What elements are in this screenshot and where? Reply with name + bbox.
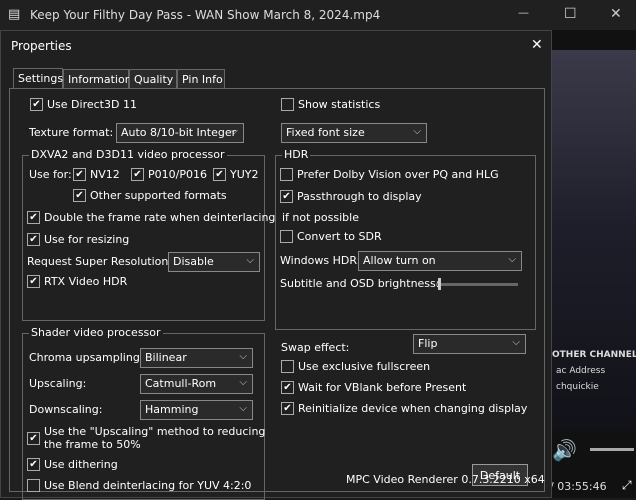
super-resolution-label: Request Super Resolution: bbox=[27, 255, 173, 268]
prefer-dolby-checkbox[interactable]: Prefer Dolby Vision over PQ and HLG bbox=[280, 168, 499, 181]
use-d3d11-checkbox[interactable]: Use Direct3D 11 bbox=[30, 98, 137, 111]
swap-effect-dropdown[interactable]: Flip ⌵ bbox=[413, 334, 526, 354]
dxva-group-title: DXVA2 and D3D11 video processor bbox=[29, 148, 227, 161]
chevron-down-icon: ⌵ bbox=[246, 255, 254, 266]
checkbox-icon bbox=[281, 98, 294, 111]
dithering-checkbox[interactable]: Use dithering bbox=[27, 458, 118, 471]
checkbox-icon bbox=[280, 190, 293, 203]
p010-checkbox[interactable]: P010/P016 bbox=[131, 168, 207, 181]
font-size-dropdown[interactable]: Fixed font size ⌵ bbox=[281, 123, 427, 143]
windows-hdr-dropdown[interactable]: Allow turn on ⌵ bbox=[358, 251, 522, 271]
checkbox-icon bbox=[30, 98, 43, 111]
player-titlebar: ▤ Keep Your Filthy Day Pass - WAN Show M… bbox=[0, 0, 636, 30]
minimize-button[interactable]: — bbox=[518, 6, 529, 19]
checkbox-icon bbox=[281, 381, 294, 394]
use-for-label: Use for: bbox=[29, 168, 72, 181]
video-text: ac Address bbox=[556, 366, 606, 376]
convert-sdr-checkbox[interactable]: Convert to SDR bbox=[280, 230, 382, 243]
hdr-group-title: HDR bbox=[282, 148, 311, 161]
upscaling-label: Upscaling: bbox=[29, 377, 87, 390]
chevron-down-icon: ⌵ bbox=[413, 126, 421, 137]
checkbox-icon bbox=[27, 458, 40, 471]
volume-icon[interactable]: 🔊 bbox=[552, 438, 577, 462]
texture-format-dropdown[interactable]: Auto 8/10-bit Integer ⌵ bbox=[116, 123, 244, 143]
other-formats-checkbox[interactable]: Other supported formats bbox=[73, 189, 227, 202]
upscaling-dropdown[interactable]: Catmull-Rom ⌵ bbox=[140, 374, 253, 394]
video-area: OTHER CHANNELS ac Address chquickie 🔊 / … bbox=[550, 50, 636, 498]
exclusive-fullscreen-checkbox[interactable]: Use exclusive fullscreen bbox=[281, 360, 430, 373]
reinitialize-checkbox[interactable]: Reinitialize device when changing displa… bbox=[281, 402, 527, 415]
shader-group-title: Shader video processor bbox=[29, 326, 163, 339]
app-icon: ▤ bbox=[8, 7, 21, 22]
if-not-possible-label: if not possible bbox=[282, 211, 359, 224]
checkbox-icon bbox=[27, 275, 40, 288]
dialog-title: Properties bbox=[11, 39, 72, 53]
checkbox-icon bbox=[27, 211, 40, 224]
upscaling-method-checkbox[interactable]: Use the "Upscaling" method to reducingth… bbox=[27, 425, 265, 451]
video-text: OTHER CHANNELS bbox=[552, 350, 636, 360]
windows-hdr-label: Windows HDR: bbox=[280, 254, 361, 267]
tab-information[interactable]: Information bbox=[63, 69, 132, 88]
downscaling-label: Downscaling: bbox=[29, 403, 103, 416]
checkbox-icon bbox=[73, 168, 86, 181]
checkbox-icon bbox=[213, 168, 226, 181]
dialog-titlebar: Properties ✕ bbox=[1, 31, 553, 61]
tab-quality[interactable]: Quality bbox=[129, 69, 177, 88]
checkbox-icon bbox=[73, 189, 86, 202]
checkbox-icon bbox=[27, 432, 40, 445]
chevron-down-icon: ⌵ bbox=[512, 337, 520, 348]
checkbox-icon bbox=[280, 230, 293, 243]
chevron-down-icon: ⌵ bbox=[230, 126, 238, 137]
brightness-slider-thumb[interactable] bbox=[438, 278, 441, 290]
checkbox-icon bbox=[27, 479, 40, 492]
double-frame-rate-checkbox[interactable]: Double the frame rate when deinterlacing bbox=[27, 211, 275, 224]
nv12-checkbox[interactable]: NV12 bbox=[73, 168, 120, 181]
chevron-down-icon: ⌵ bbox=[239, 351, 247, 362]
blend-deinterlacing-checkbox[interactable]: Use Blend deinterlacing for YUV 4:2:0 bbox=[27, 479, 251, 492]
vblank-checkbox[interactable]: Wait for VBlank before Present bbox=[281, 381, 466, 394]
fullscreen-icon[interactable]: ⤢ bbox=[622, 478, 632, 493]
checkbox-icon bbox=[27, 233, 40, 246]
hdr-group: HDR Prefer Dolby Vision over PQ and HLG … bbox=[275, 148, 536, 330]
tab-pin-info[interactable]: Pin Info bbox=[177, 69, 225, 88]
shader-group: Shader video processor Chroma upsampling… bbox=[22, 326, 265, 500]
renderer-version-label: MPC Video Renderer 0.7.3.2210 x64 bbox=[346, 473, 545, 486]
settings-panel: Use Direct3D 11 Texture format: Auto 8/1… bbox=[9, 88, 545, 500]
use-for-resizing-checkbox[interactable]: Use for resizing bbox=[27, 233, 129, 246]
volume-slider[interactable] bbox=[590, 448, 634, 451]
chevron-down-icon: ⌵ bbox=[239, 377, 247, 388]
chevron-down-icon: ⌵ bbox=[239, 403, 247, 414]
chevron-down-icon: ⌵ bbox=[508, 254, 516, 265]
chroma-label: Chroma upsampling: bbox=[29, 351, 144, 364]
video-text: chquickie bbox=[556, 382, 599, 392]
dxva-group: DXVA2 and D3D11 video processor Use for:… bbox=[22, 148, 275, 321]
tab-settings[interactable]: Settings bbox=[13, 68, 63, 89]
time-display: / 03:55:46 bbox=[550, 480, 607, 493]
subtitle-brightness-label: Subtitle and OSD brightness: bbox=[280, 277, 440, 290]
window-title: Keep Your Filthy Day Pass - WAN Show Mar… bbox=[30, 8, 381, 22]
passthrough-checkbox[interactable]: Passthrough to display bbox=[280, 190, 422, 203]
texture-format-label: Texture format: bbox=[29, 126, 114, 139]
chroma-dropdown[interactable]: Bilinear ⌵ bbox=[140, 348, 253, 368]
rtx-video-hdr-checkbox[interactable]: RTX Video HDR bbox=[27, 275, 127, 288]
checkbox-icon bbox=[131, 168, 144, 181]
properties-dialog: Properties ✕ Settings Information Qualit… bbox=[0, 30, 553, 500]
maximize-button[interactable]: ☐ bbox=[564, 6, 577, 22]
downscaling-dropdown[interactable]: Hamming ⌵ bbox=[140, 400, 253, 420]
checkbox-icon bbox=[281, 402, 294, 415]
yuy2-checkbox[interactable]: YUY2 bbox=[213, 168, 259, 181]
brightness-slider-track[interactable] bbox=[436, 283, 518, 286]
checkbox-icon bbox=[281, 360, 294, 373]
show-statistics-checkbox[interactable]: Show statistics bbox=[281, 98, 380, 111]
swap-effect-label: Swap effect: bbox=[281, 341, 350, 354]
checkbox-icon bbox=[280, 168, 293, 181]
super-resolution-dropdown[interactable]: Disable ⌵ bbox=[168, 252, 260, 272]
close-button[interactable]: ✕ bbox=[610, 6, 622, 22]
dialog-close-button[interactable]: ✕ bbox=[531, 37, 543, 53]
